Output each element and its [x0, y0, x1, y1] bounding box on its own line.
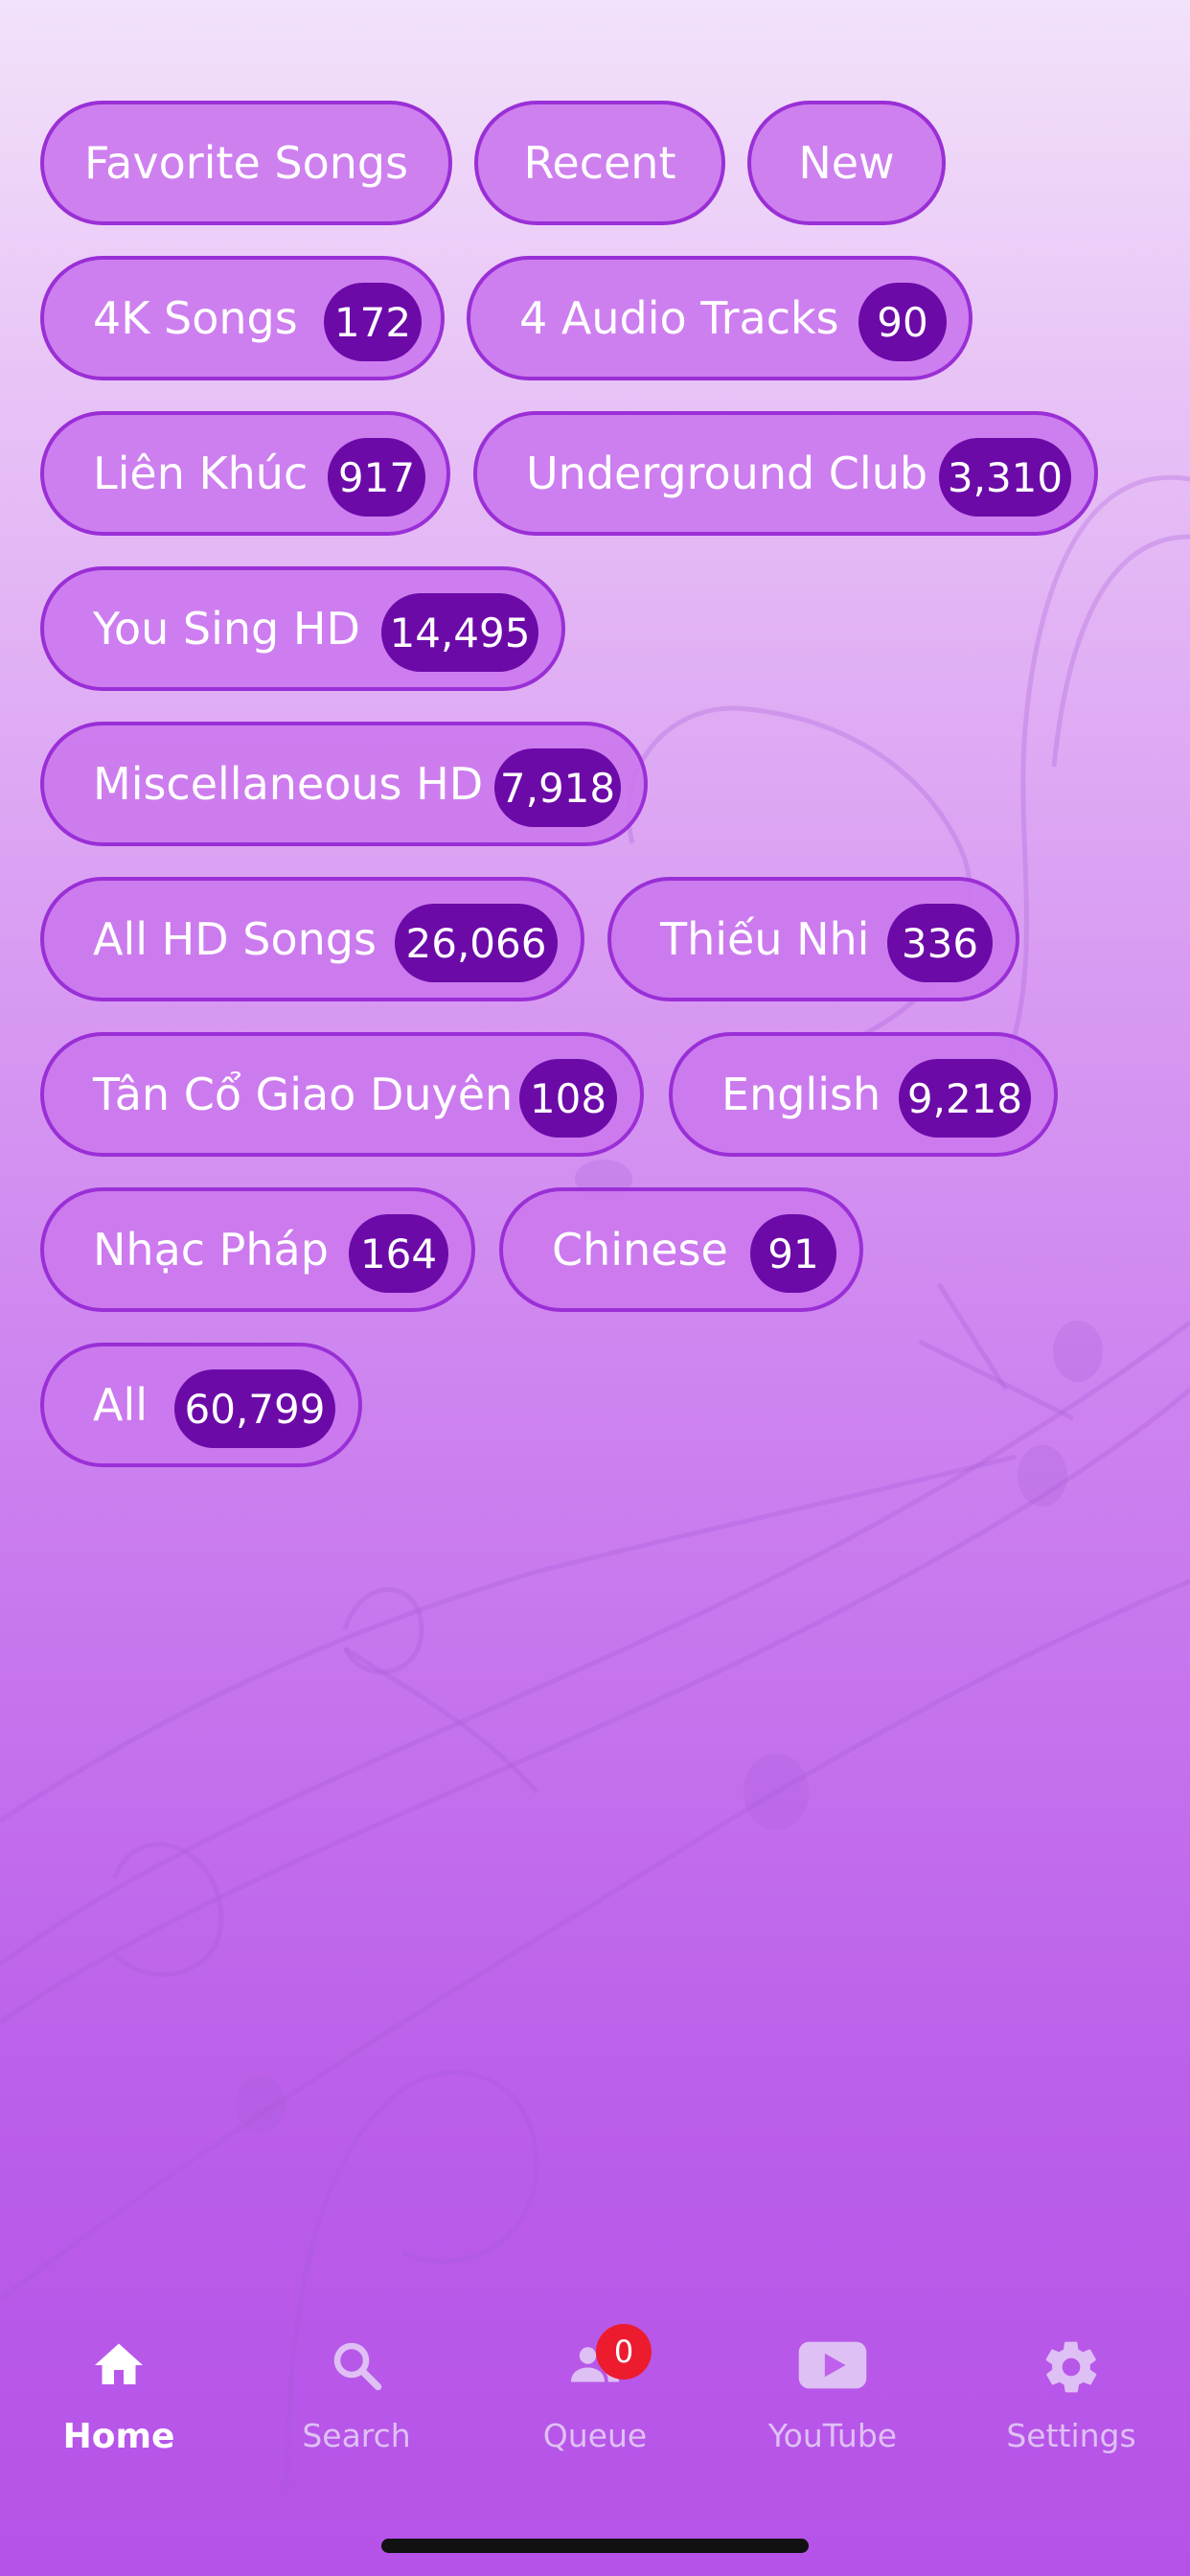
youtube-icon [798, 2341, 867, 2389]
count-badge: 164 [349, 1214, 448, 1293]
category-chip-lien-khuc[interactable]: Liên Khúc 917 [40, 411, 450, 536]
count-badge: 90 [858, 283, 947, 361]
category-chip-english[interactable]: English 9,218 [669, 1032, 1058, 1157]
category-label: Underground Club [526, 448, 928, 499]
count-badge: 917 [328, 438, 425, 517]
category-label: 4 Audio Tracks [519, 292, 839, 344]
queue-count-badge: 0 [596, 2324, 652, 2380]
category-chip-underground-club[interactable]: Underground Club 3,310 [473, 411, 1098, 536]
tab-search[interactable]: Search [238, 2310, 475, 2463]
gear-icon [1045, 2341, 1097, 2393]
count-badge: 91 [750, 1214, 836, 1293]
count-badge: 60,799 [174, 1369, 335, 1448]
tab-settings[interactable]: Settings [952, 2310, 1190, 2463]
category-chip-favorite-songs[interactable]: Favorite Songs [40, 101, 452, 225]
tab-bar: Home Search Queue YouTube Settings [0, 2310, 1190, 2501]
category-chip-4-audio-tracks[interactable]: 4 Audio Tracks 90 [467, 256, 973, 380]
count-badge: 7,918 [494, 748, 621, 827]
count-badge: 14,495 [381, 593, 538, 672]
tab-label: Home [62, 2417, 175, 2456]
category-label: Recent [523, 137, 676, 189]
category-chip-chinese[interactable]: Chinese 91 [499, 1187, 863, 1312]
category-label: All HD Songs [93, 913, 377, 965]
category-label: Favorite Songs [83, 137, 409, 189]
category-label: Chinese [552, 1224, 728, 1276]
category-label: Tân Cổ Giao Duyên [93, 1069, 514, 1120]
category-label: Liên Khúc [93, 448, 309, 499]
count-badge: 172 [324, 283, 422, 361]
category-chip-nhac-phap[interactable]: Nhạc Pháp 164 [40, 1187, 475, 1312]
count-badge: 26,066 [395, 904, 558, 982]
category-chip-all-hd-songs[interactable]: All HD Songs 26,066 [40, 877, 584, 1001]
category-label: You Sing HD [93, 603, 360, 655]
count-badge: 3,310 [939, 438, 1071, 517]
tab-home[interactable]: Home [0, 2310, 238, 2463]
category-chip-tan-co-giao-duyen[interactable]: Tân Cổ Giao Duyên 108 [40, 1032, 644, 1157]
category-chip-you-sing-hd[interactable]: You Sing HD 14,495 [40, 566, 565, 691]
category-chip-new[interactable]: New [747, 101, 946, 225]
category-label: 4K Songs [93, 292, 298, 344]
count-badge: 9,218 [899, 1059, 1031, 1138]
tab-queue[interactable]: Queue [476, 2310, 714, 2463]
category-chip-all[interactable]: All 60,799 [40, 1343, 362, 1467]
tab-label: Queue [542, 2417, 648, 2454]
category-label: Nhạc Pháp [93, 1224, 329, 1276]
category-label: All [93, 1379, 149, 1431]
category-chip-miscellaneous-hd[interactable]: Miscellaneous HD 7,918 [40, 722, 648, 846]
count-badge: 108 [519, 1059, 617, 1138]
tab-youtube[interactable]: YouTube [714, 2310, 951, 2463]
category-label: Thiếu Nhi [660, 913, 870, 965]
category-chip-recent[interactable]: Recent [474, 101, 725, 225]
tab-label: Settings [1006, 2417, 1136, 2454]
home-indicator[interactable] [381, 2539, 809, 2553]
search-icon [333, 2342, 382, 2391]
home-icon [95, 2343, 143, 2384]
category-chip-4k-songs[interactable]: 4K Songs 172 [40, 256, 445, 380]
count-badge: 336 [887, 904, 993, 982]
tab-label: YouTube [767, 2417, 898, 2454]
category-chip-thieu-nhi[interactable]: Thiếu Nhi 336 [607, 877, 1019, 1001]
category-label: English [721, 1069, 881, 1120]
category-label: New [798, 137, 895, 189]
tab-label: Search [302, 2417, 411, 2454]
category-label: Miscellaneous HD [93, 758, 484, 810]
